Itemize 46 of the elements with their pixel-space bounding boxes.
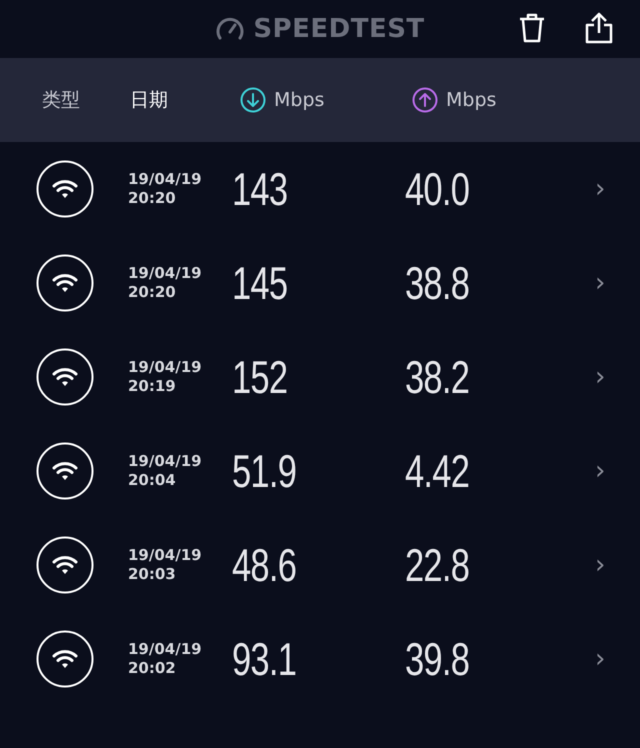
column-header[interactable]: Mbps [446,86,496,114]
wifi-icon [36,442,94,500]
upload-speed: 22.8 [405,538,470,592]
app-title: SPEEDTEST [253,12,425,46]
wifi-icon [36,536,94,594]
upload-speed: 4.42 [405,444,470,498]
test-date: 19/04/19 [128,640,203,659]
trash-icon[interactable] [518,12,546,44]
test-time: 20:20 [128,283,177,302]
test-time: 20:03 [128,565,177,584]
test-time: 20:02 [128,659,177,678]
chevron[interactable]: › [595,358,606,396]
upload-speed: 38.8 [405,256,470,310]
chevron[interactable]: › [595,170,606,208]
test-date: 19/04/19 [128,452,203,471]
test-date: 19/04/19 [128,546,203,565]
chevron[interactable]: › [595,546,606,584]
share-icon[interactable] [584,12,614,44]
column-header[interactable]: Mbps [274,86,324,114]
wifi-icon [36,160,94,218]
download-icon [240,87,266,113]
download-speed: 143 [232,162,288,216]
upload-speed: 38.2 [405,350,470,404]
speedometer-icon [215,16,246,42]
download-speed: 48.6 [232,538,296,592]
wifi-icon [36,630,94,688]
test-date: 19/04/19 [128,264,203,283]
test-date: 19/04/19 [128,170,203,189]
download-speed: 152 [232,350,288,404]
test-time: 20:19 [128,377,177,396]
test-date: 19/04/19 [128,358,203,377]
test-time: 20:20 [128,189,177,208]
wifi-icon [36,254,94,312]
upload-speed: 39.8 [405,632,470,686]
download-speed: 145 [232,256,288,310]
column-header[interactable]: 类型 [42,86,80,114]
upload-speed: 40.0 [405,162,470,216]
download-speed: 51.9 [232,444,296,498]
upload-icon [412,87,438,113]
download-speed: 93.1 [232,632,296,686]
test-time: 20:04 [128,471,177,490]
chevron[interactable]: › [595,452,606,490]
wifi-icon [36,348,94,406]
chevron[interactable]: › [595,640,606,678]
chevron[interactable]: › [595,264,606,302]
column-header[interactable]: 日期 [130,86,168,114]
